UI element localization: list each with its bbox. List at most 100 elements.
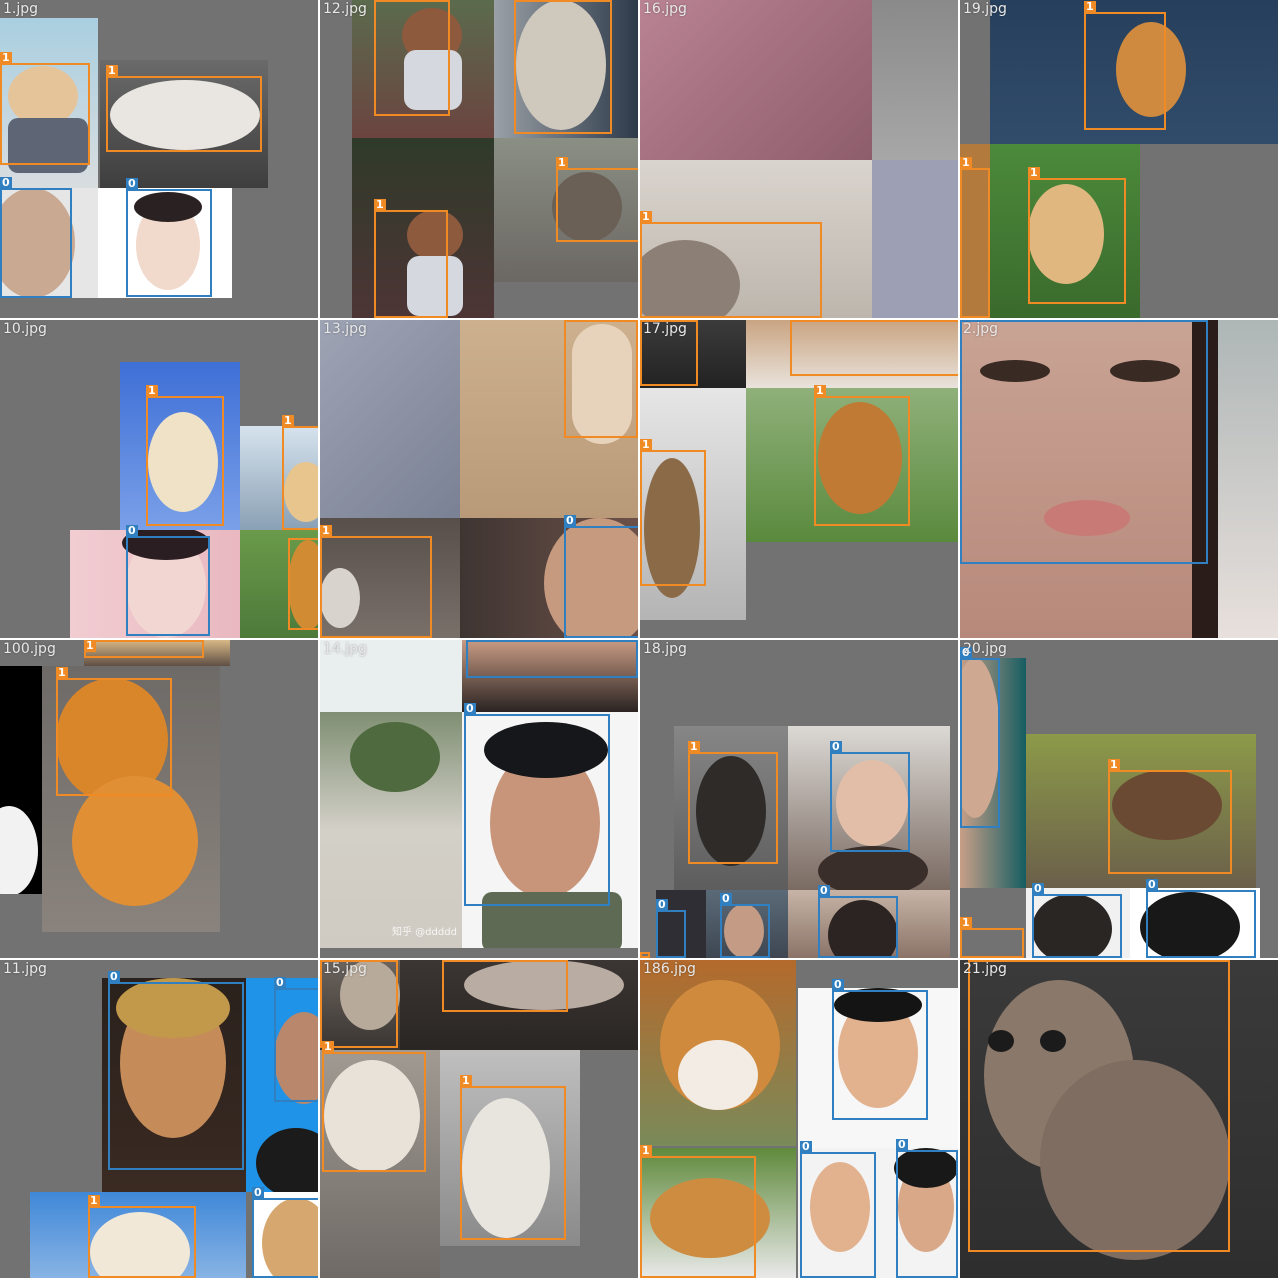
mosaic-tile[interactable]: 12.jpg 1 1 (320, 0, 638, 318)
mosaic-tile[interactable]: 11.jpg 0 0 1 0 (0, 960, 318, 1278)
bbox-class-0: 0 (108, 971, 244, 1170)
bbox-label: 0 (818, 884, 830, 897)
mosaic-tile[interactable]: 18.jpg 1 0 0 0 0 (640, 640, 958, 958)
mosaic-tile[interactable]: 16.jpg 1 (640, 0, 958, 318)
bbox-class-1: 1 (320, 525, 432, 638)
bbox-class-1: 1 (442, 960, 568, 1012)
mosaic-tile[interactable]: 14.jpg 知乎 @ddddd 0 (320, 640, 638, 958)
bbox-class-0: 0 (126, 178, 212, 297)
bbox-class-1: 1 (1108, 759, 1232, 874)
tile-title: 17.jpg (643, 321, 687, 337)
bbox-label: 0 (274, 976, 286, 989)
bbox-class-1 (288, 538, 318, 630)
bbox-class-1 (514, 0, 612, 134)
bbox-label: 0 (720, 892, 732, 905)
tile-title: 21.jpg (963, 961, 1007, 977)
bbox-label: 1 (688, 740, 700, 753)
bbox-class-1: 1 (556, 157, 638, 242)
bbox-class-0: 0 (896, 1139, 958, 1278)
bbox-label: 1 (640, 438, 652, 451)
texture-photo (872, 0, 958, 160)
bbox-label: 1 (282, 414, 294, 427)
bbox-class-0: 0 (1146, 879, 1256, 958)
bbox-label: 0 (830, 740, 842, 753)
mosaic-tile[interactable]: 1.jpg 1 1 0 0 (0, 0, 318, 318)
bbox-class-0: 0 (1032, 883, 1122, 958)
dog-photo (0, 666, 42, 894)
bbox-label: 1 (960, 156, 972, 169)
bbox-label: 1 (106, 64, 118, 77)
tile-title: 20.jpg (963, 641, 1007, 657)
bbox-class-1: 1 (282, 415, 318, 530)
bbox-label: 0 (1032, 882, 1044, 895)
bbox-class-1: 1 (1028, 167, 1126, 304)
mosaic-tile[interactable]: 15.jpg 1 1 1 1 (320, 960, 638, 1278)
bbox-label: 1 (88, 1194, 100, 1207)
bbox-class-1: 1 (56, 667, 172, 796)
bbox-label: 0 (464, 702, 476, 715)
watermark: 知乎 @ddddd (392, 927, 457, 938)
bbox-class-1: 1 (790, 320, 958, 376)
mosaic-tile[interactable]: 19.jpg 1 1 1 (960, 0, 1278, 318)
bbox-class-1 (640, 952, 650, 958)
bbox-label: 1 (56, 666, 68, 679)
mosaic-tile[interactable]: 20.jpg 0 1 0 0 1 (960, 640, 1278, 958)
bbox-label: 1 (960, 916, 972, 929)
bbox-class-1: 1 (106, 65, 262, 152)
bbox-label: 0 (126, 524, 138, 537)
bbox-label: 1 (556, 156, 568, 169)
bbox-class-1 (374, 0, 450, 116)
mosaic-tile[interactable]: 2.jpg (960, 320, 1278, 638)
street-photo (320, 712, 462, 948)
bbox-label: 0 (0, 176, 12, 189)
bbox-label: 1 (1108, 758, 1120, 771)
tile-title: 186.jpg (643, 961, 696, 977)
bbox-label: 0 (126, 177, 138, 190)
bbox-label: 1 (442, 960, 454, 961)
mosaic-tile[interactable]: 100.jpg 1 1 (0, 640, 318, 958)
tile-title: 19.jpg (963, 1, 1007, 17)
bbox-label: 1 (1028, 166, 1040, 179)
bbox-class-0: 0 (126, 525, 210, 636)
bbox-label: 0 (800, 1140, 812, 1153)
bbox-class-1: 1 (0, 52, 90, 165)
bbox-class-1: 1 (960, 917, 1024, 958)
bbox-class-1: 1 (640, 1145, 756, 1278)
bbox-class-0: 0 (564, 515, 638, 638)
tile-title: 11.jpg (3, 961, 47, 977)
bbox-class-1: 1 (814, 385, 910, 526)
tile-title: 12.jpg (323, 1, 367, 17)
bbox-class-0: 0 (720, 893, 770, 958)
wall-photo (872, 160, 958, 318)
background-photo (1218, 320, 1278, 638)
bbox-class-0: 0 (656, 899, 686, 958)
mosaic-tile[interactable]: 13.jpg 1 1 0 (320, 320, 638, 638)
mosaic-tile[interactable]: 21.jpg (960, 960, 1278, 1278)
bbox-class-0: 0 (0, 177, 72, 298)
bbox-class-0: 0 (830, 741, 910, 852)
sweater-photo (640, 0, 872, 160)
bbox-label: 1 (1084, 0, 1096, 13)
mosaic-tile[interactable]: 17.jpg 1 1 1 (640, 320, 958, 638)
bbox-class-1: 1 (460, 1075, 566, 1240)
bbox-label: 0 (252, 1186, 264, 1199)
bbox-label: 1 (322, 1040, 334, 1053)
bbox-label: 0 (564, 514, 576, 527)
bbox-class-0: 0 (800, 1141, 876, 1278)
bbox-class-0 (466, 640, 638, 678)
fabric-photo (320, 320, 460, 518)
bbox-class-1: 1 (640, 211, 822, 318)
mosaic-tile[interactable]: 186.jpg 0 1 0 0 (640, 960, 958, 1278)
bbox-class-0: 0 (464, 703, 610, 906)
bbox-class-1: 1 (688, 741, 778, 864)
mosaic-tile[interactable]: 10.jpg 1 1 0 (0, 320, 318, 638)
bbox-label: 1 (0, 51, 12, 64)
bbox-label: 1 (320, 524, 332, 537)
tile-title: 18.jpg (643, 641, 687, 657)
bbox-label: 1 (790, 320, 802, 321)
bbox-class-1: 1 (1084, 1, 1166, 130)
bbox-label: 1 (640, 210, 652, 223)
bbox-label: 1 (814, 384, 826, 397)
bbox-class-1 (968, 960, 1230, 1252)
bbox-label: 0 (832, 978, 844, 991)
